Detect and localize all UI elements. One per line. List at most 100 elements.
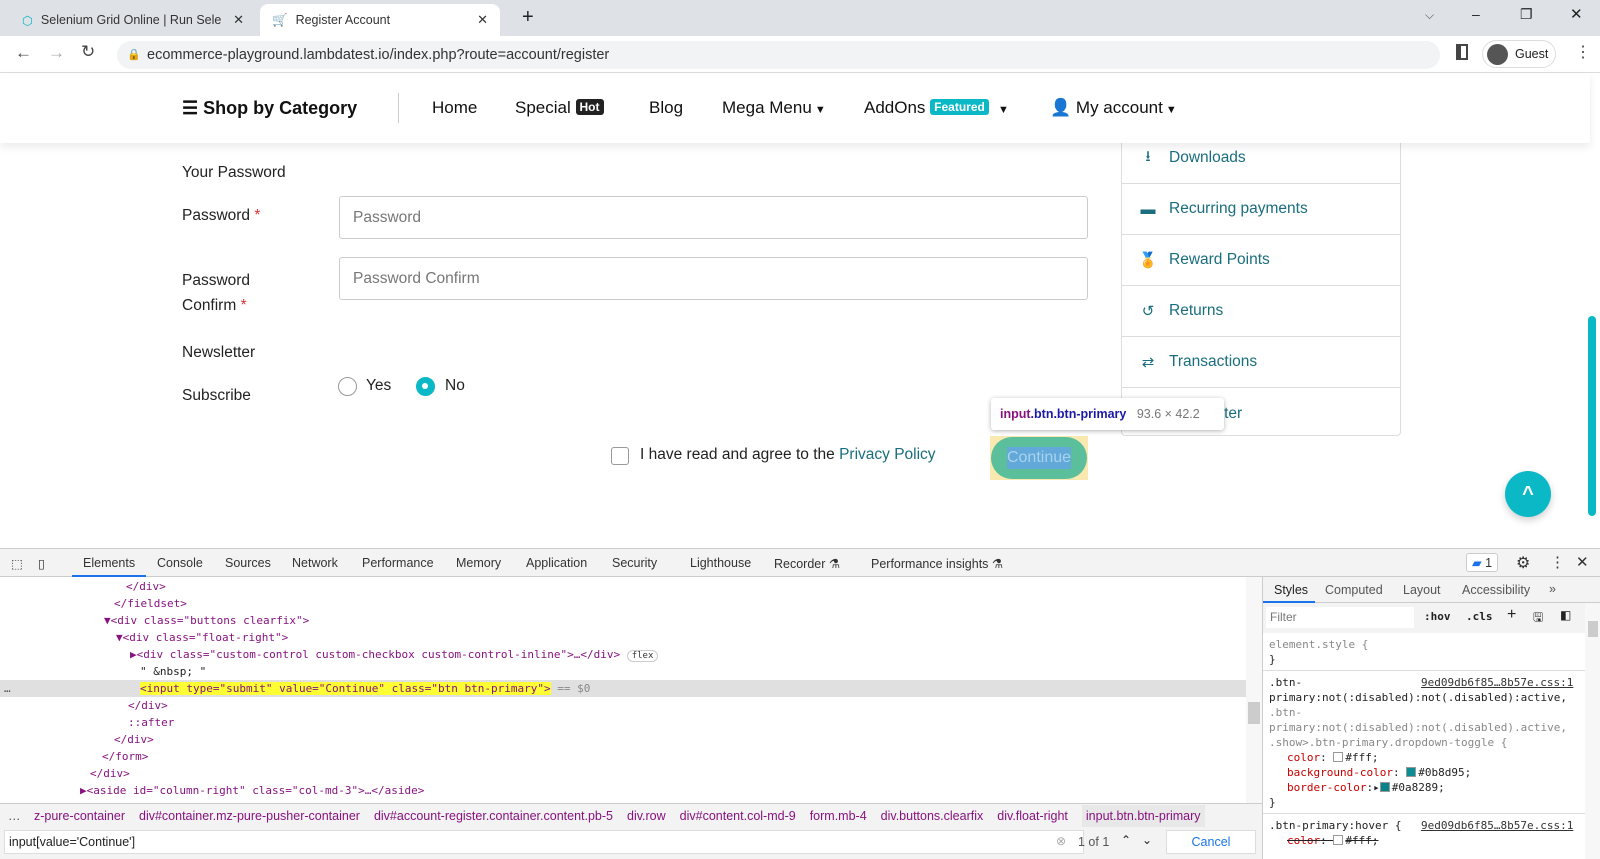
nav-my-account[interactable]: 👤 My account ▼ bbox=[1050, 98, 1177, 118]
back-icon[interactable]: ← bbox=[15, 43, 32, 63]
paint-icon[interactable]: 🖫 bbox=[1533, 608, 1543, 629]
nav-blog[interactable]: Blog bbox=[649, 98, 683, 118]
search-prev-icon[interactable]: ⌃ bbox=[1121, 833, 1131, 847]
sidebar-item-returns[interactable]: ↺ Returns bbox=[1122, 286, 1400, 337]
browser-tab[interactable]: ⬡ Selenium Grid Online | Run Selen ✕ bbox=[10, 4, 256, 36]
dom-node[interactable]: ▼<div class="buttons clearfix"> bbox=[0, 612, 1246, 629]
dom-node[interactable]: </fieldset> bbox=[0, 595, 1246, 612]
styles-scrollbar[interactable] bbox=[1585, 603, 1600, 859]
dom-node[interactable]: ▶<aside id="column-right" class="col-md-… bbox=[0, 782, 1246, 799]
more-options-icon[interactable]: ⋮ bbox=[1550, 553, 1565, 571]
tab-layout[interactable]: Layout bbox=[1403, 583, 1441, 597]
breadcrumb-item[interactable]: div.row bbox=[627, 809, 666, 823]
url-bar[interactable]: 🔒 ecommerce-playground.lambdatest.io/ind… bbox=[117, 41, 1440, 69]
toggle-sidebar-icon[interactable]: ◧ bbox=[1560, 608, 1571, 622]
tab-application[interactable]: Application bbox=[526, 556, 587, 570]
dom-node[interactable]: </div> bbox=[0, 578, 1246, 595]
css-property-overridden[interactable]: color: #fff; bbox=[1287, 833, 1379, 848]
profile-button[interactable]: Guest bbox=[1482, 40, 1556, 68]
sidebar-item-transactions[interactable]: ⇄ Transactions bbox=[1122, 337, 1400, 388]
window-close-icon[interactable]: ✕ bbox=[1570, 5, 1583, 23]
breadcrumb-item[interactable]: div#container.mz-pure-pusher-container bbox=[139, 809, 360, 823]
stylesheet-link[interactable]: 9ed09db6f85…8b57e.css:1 bbox=[1421, 675, 1573, 690]
sidebar-item-reward[interactable]: 🏅 Reward Points bbox=[1122, 235, 1400, 286]
dom-search-input[interactable]: input[value='Continue'] bbox=[4, 830, 1084, 854]
stylesheet-link[interactable]: 9ed09db6f85…8b57e.css:1 bbox=[1421, 818, 1573, 833]
privacy-policy-link[interactable]: Privacy Policy bbox=[839, 446, 935, 463]
nav-addons[interactable]: AddOns Featured ▼ bbox=[864, 98, 1009, 118]
tab-console[interactable]: Console bbox=[157, 556, 203, 570]
close-tab-icon[interactable]: ✕ bbox=[233, 12, 244, 28]
breadcrumb-item[interactable]: form.mb-4 bbox=[810, 809, 867, 823]
tab-performance-insights[interactable]: Performance insights ⚗ bbox=[871, 556, 1003, 571]
more-tabs-icon[interactable]: » bbox=[1549, 582, 1556, 596]
breadcrumb-item[interactable]: div#content.col-md-9 bbox=[680, 809, 796, 823]
shop-by-category[interactable]: ☰ Shop by Category bbox=[182, 98, 357, 119]
dom-node[interactable]: ▶<div class="custom-control custom-check… bbox=[0, 646, 1246, 663]
device-toolbar-icon[interactable]: ▯ bbox=[38, 556, 45, 571]
nav-special[interactable]: Special Hot bbox=[515, 98, 604, 118]
tab-search-icon[interactable]: ⌵ bbox=[1425, 8, 1434, 23]
dom-node[interactable]: </div> bbox=[0, 765, 1246, 782]
page-scrollbar[interactable] bbox=[1588, 316, 1596, 516]
reload-icon[interactable]: ↻ bbox=[81, 42, 95, 62]
css-property[interactable]: background-color: #0b8d95; bbox=[1287, 765, 1471, 780]
close-devtools-icon[interactable]: ✕ bbox=[1576, 553, 1589, 571]
hov-button[interactable]: :hov bbox=[1424, 610, 1451, 623]
breadcrumb-item[interactable]: div.float-right bbox=[997, 809, 1068, 823]
sidebar-item-recurring[interactable]: ▬ Recurring payments bbox=[1122, 184, 1400, 235]
issues-button[interactable]: ▰ 1 bbox=[1466, 553, 1499, 572]
tab-memory[interactable]: Memory bbox=[456, 556, 501, 570]
css-property[interactable]: border-color:▸ #0a8289; bbox=[1287, 780, 1445, 795]
subscribe-yes-radio[interactable] bbox=[338, 377, 357, 396]
subscribe-no-radio[interactable] bbox=[416, 377, 435, 396]
scroll-top-button[interactable]: ^ bbox=[1505, 471, 1551, 517]
tab-security[interactable]: Security bbox=[612, 556, 657, 570]
tab-computed[interactable]: Computed bbox=[1325, 583, 1383, 597]
search-next-icon[interactable]: ⌄ bbox=[1142, 833, 1152, 847]
side-panel-icon[interactable] bbox=[1456, 44, 1468, 60]
nav-home[interactable]: Home bbox=[432, 98, 477, 118]
tab-sources[interactable]: Sources bbox=[225, 556, 271, 570]
forward-icon[interactable]: → bbox=[48, 43, 65, 63]
breadcrumb-item[interactable]: z-pure-container bbox=[34, 809, 125, 823]
breadcrumb-item[interactable]: input.btn.btn-primary bbox=[1081, 805, 1205, 827]
dom-node[interactable]: </form> bbox=[0, 748, 1246, 765]
tab-recorder[interactable]: Recorder ⚗ bbox=[774, 556, 840, 571]
new-rule-icon[interactable]: + bbox=[1507, 606, 1516, 624]
close-tab-icon[interactable]: ✕ bbox=[477, 12, 488, 28]
password-confirm-input[interactable]: Password Confirm bbox=[339, 257, 1088, 300]
dom-node[interactable]: ::after bbox=[0, 714, 1246, 731]
minimize-icon[interactable]: – bbox=[1472, 6, 1480, 22]
inspect-element-icon[interactable]: ⬚ bbox=[11, 556, 23, 571]
clear-search-icon[interactable]: ⊗ bbox=[1056, 834, 1066, 848]
browser-tab-active[interactable]: 🛒 Register Account ✕ bbox=[260, 4, 500, 36]
tab-network[interactable]: Network bbox=[292, 556, 338, 570]
breadcrumb-item[interactable]: div#account-register.container.content.p… bbox=[374, 809, 613, 823]
cls-button[interactable]: .cls bbox=[1466, 610, 1493, 623]
text-node[interactable]: " &nbsp; " bbox=[0, 663, 1246, 680]
agree-checkbox[interactable] bbox=[611, 447, 629, 465]
cancel-search-button[interactable]: Cancel bbox=[1166, 830, 1256, 854]
elements-scrollbar[interactable] bbox=[1246, 577, 1262, 803]
continue-button[interactable]: Continue bbox=[1006, 447, 1072, 469]
menu-icon[interactable]: ⋮ bbox=[1575, 42, 1591, 62]
new-tab-icon[interactable]: + bbox=[522, 6, 534, 29]
restore-icon[interactable]: ❐ bbox=[1520, 6, 1533, 23]
settings-gear-icon[interactable]: ⚙ bbox=[1516, 553, 1530, 573]
password-input[interactable]: Password bbox=[339, 196, 1088, 239]
tab-accessibility[interactable]: Accessibility bbox=[1462, 583, 1530, 597]
tab-lighthouse[interactable]: Lighthouse bbox=[690, 556, 751, 570]
breadcrumb-item[interactable]: div.buttons.clearfix bbox=[881, 809, 984, 823]
dom-node[interactable]: </div> bbox=[0, 731, 1246, 748]
css-property[interactable]: color: #fff; bbox=[1287, 750, 1379, 765]
tab-styles[interactable]: Styles bbox=[1274, 583, 1308, 597]
tab-elements[interactable]: Elements bbox=[83, 556, 135, 570]
styles-filter-input[interactable]: Filter bbox=[1266, 607, 1414, 628]
dom-node[interactable]: ▼<div class="float-right"> bbox=[0, 629, 1246, 646]
dom-node-selected[interactable]: … <input type="submit" value="Continue" c… bbox=[0, 680, 1246, 697]
nav-mega-menu[interactable]: Mega Menu ▼ bbox=[722, 98, 826, 118]
element-style-rule[interactable]: element.style { bbox=[1269, 637, 1368, 652]
tab-performance[interactable]: Performance bbox=[362, 556, 434, 570]
dom-node[interactable]: </div> bbox=[0, 697, 1246, 714]
